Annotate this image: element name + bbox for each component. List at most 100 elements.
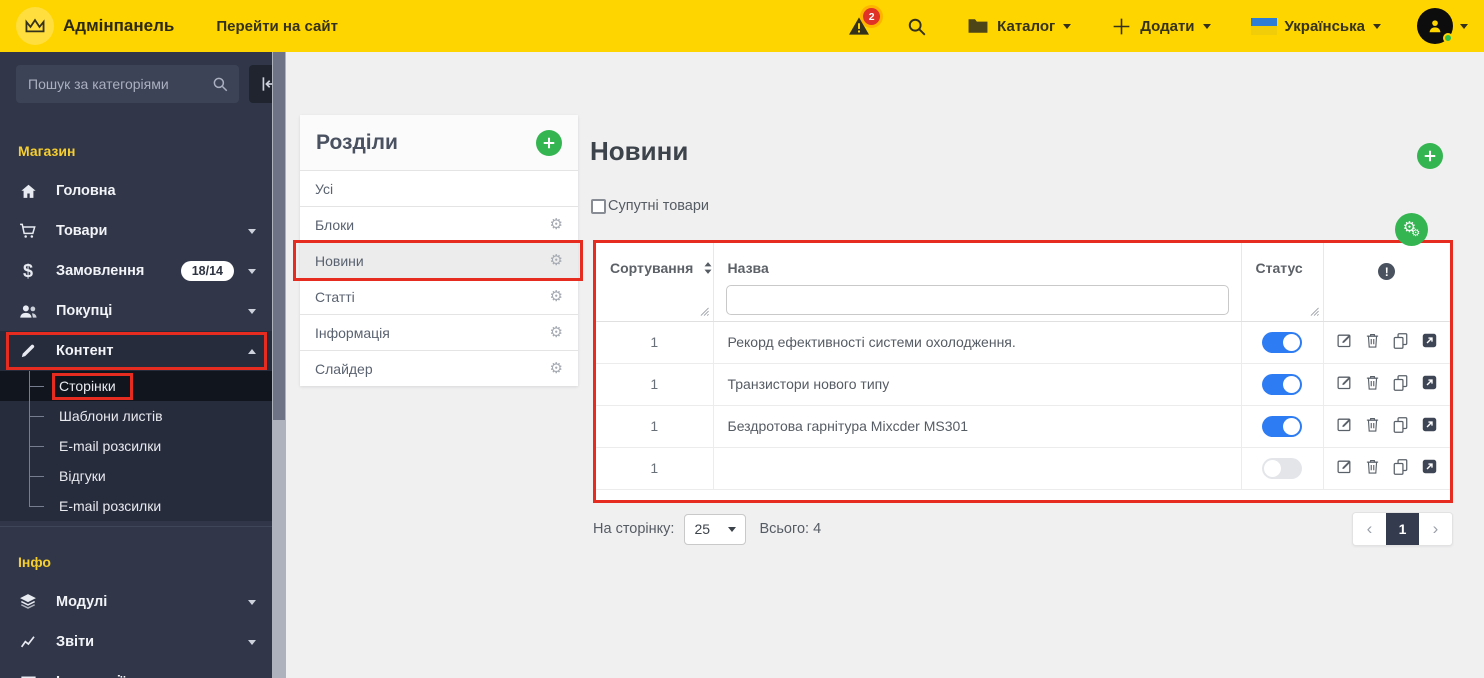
status-toggle[interactable] [1262, 373, 1302, 395]
language-menu[interactable]: Українська [1250, 17, 1381, 35]
search-button[interactable] [906, 16, 927, 37]
user-menu[interactable] [1417, 8, 1468, 44]
per-page-select[interactable]: 25 [684, 513, 747, 545]
trash-icon [1365, 416, 1380, 436]
divider [0, 526, 272, 527]
status-toggle[interactable] [1262, 457, 1302, 479]
section-item-information[interactable]: Інформація ⚙ [300, 314, 578, 350]
gear-icon[interactable]: ⚙ [550, 361, 563, 376]
prev-page-button[interactable]: ‹ [1353, 513, 1386, 545]
per-page-label: На сторінку: [593, 521, 675, 537]
gear-icon[interactable]: ⚙ [550, 217, 563, 232]
notifications-button[interactable]: 2 [848, 8, 881, 36]
sidebar-subitem-label: Шаблони листів [59, 408, 163, 424]
sidebar-item-label: Контент [56, 343, 114, 359]
sidebar-item-email-newsletters[interactable]: E-mail розсилки [0, 431, 272, 461]
section-item-blocks[interactable]: Блоки ⚙ [300, 206, 578, 242]
copy-button[interactable] [1392, 374, 1409, 395]
open-button[interactable] [1421, 416, 1438, 436]
gears-icon: ⚙ ⚙ [1402, 218, 1421, 239]
goto-site-link[interactable]: Перейти на сайт [216, 18, 338, 35]
sidebar: Магазин Головна Товари $ Замовлення 18/14 Пок… [0, 52, 272, 678]
column-resize-handle[interactable] [700, 307, 709, 316]
trash-icon [1365, 332, 1380, 352]
news-table: Сортування Назва Статус ! 1 Рекорд ефект… [596, 243, 1450, 490]
section-item-articles[interactable]: Статті ⚙ [300, 278, 578, 314]
cart-icon [16, 221, 40, 241]
sort-toggle[interactable] [703, 261, 713, 275]
sidebar-section-shop: Магазин [18, 143, 76, 159]
users-icon [16, 302, 40, 320]
logo-button[interactable] [16, 7, 54, 45]
edit-button[interactable] [1336, 332, 1353, 352]
sidebar-scrollbar[interactable] [272, 52, 286, 678]
sidebar-item-products[interactable]: Товари [0, 211, 272, 251]
delete-button[interactable] [1365, 332, 1380, 352]
gear-icon[interactable]: ⚙ [550, 289, 563, 304]
copy-icon [1392, 416, 1409, 437]
sidebar-item-email-newsletters-2[interactable]: E-mail розсилки [0, 491, 272, 521]
column-header-name: Назва [713, 243, 1242, 322]
sidebar-item-orders[interactable]: $ Замовлення 18/14 [0, 251, 272, 291]
add-news-button[interactable] [1417, 143, 1443, 169]
status-toggle[interactable] [1262, 331, 1302, 353]
section-item-news[interactable]: Новини ⚙ [293, 240, 583, 281]
edit-button[interactable] [1336, 374, 1353, 394]
ukraine-flag-icon [1250, 17, 1277, 35]
edit-button[interactable] [1336, 458, 1353, 478]
section-item-label: Блоки [315, 216, 355, 233]
copy-button[interactable] [1392, 416, 1409, 437]
edit-icon [1336, 458, 1353, 478]
category-search-input[interactable] [26, 75, 211, 93]
add-menu[interactable]: Додати [1111, 16, 1211, 37]
section-item-all[interactable]: Усі [300, 170, 578, 206]
section-item-slider[interactable]: Слайдер ⚙ [300, 350, 578, 386]
sidebar-item-instructions[interactable]: Інструкції [0, 662, 272, 678]
row-name [713, 446, 1242, 490]
edit-button[interactable] [1336, 416, 1353, 436]
collapse-sidebar-button[interactable] [249, 65, 272, 103]
chevron-down-icon [728, 526, 737, 532]
open-button[interactable] [1421, 332, 1438, 352]
sidebar-item-pages[interactable]: Сторінки [0, 371, 272, 401]
sidebar-item-reports[interactable]: Звіти [0, 622, 272, 662]
chevron-down-icon [1460, 23, 1468, 29]
scrollbar-thumb[interactable] [273, 52, 285, 420]
gear-icon[interactable]: ⚙ [550, 253, 563, 268]
gear-icon[interactable]: ⚙ [550, 325, 563, 340]
crown-icon [24, 17, 46, 35]
sidebar-item-modules[interactable]: Модулі [0, 582, 272, 622]
edit-icon [1336, 332, 1353, 352]
add-section-button[interactable] [536, 129, 562, 156]
sidebar-item-mail-templates[interactable]: Шаблони листів [0, 401, 272, 431]
info-icon[interactable]: ! [1378, 263, 1396, 280]
delete-button[interactable] [1365, 374, 1380, 394]
related-products-option[interactable]: Супутні товари [591, 198, 709, 214]
sidebar-item-home[interactable]: Головна [0, 171, 272, 211]
sidebar-group-content: Контент Сторінки Шаблони листів E-mail розс… [0, 331, 272, 521]
sidebar-item-reviews[interactable]: Відгуки [0, 461, 272, 491]
catalog-menu[interactable]: Каталог [967, 17, 1072, 35]
table-row: 1 Рекорд ефективності системи охолодження… [596, 320, 1450, 364]
column-resize-handle[interactable] [1310, 307, 1319, 316]
row-name: Бездротова гарнітура Mixcder MS301 [713, 404, 1242, 448]
copy-button[interactable] [1392, 332, 1409, 353]
sidebar-subitem-label: Сторінки [52, 372, 133, 400]
current-page[interactable]: 1 [1386, 513, 1419, 545]
open-button[interactable] [1421, 458, 1438, 478]
sidebar-item-customers[interactable]: Покупці [0, 291, 272, 331]
app-title: Адмінпанель [63, 16, 175, 35]
sidebar-item-label: Товари [56, 223, 108, 239]
copy-button[interactable] [1392, 458, 1409, 479]
search-icon [211, 75, 229, 93]
delete-button[interactable] [1365, 458, 1380, 478]
related-products-checkbox[interactable] [591, 198, 606, 214]
sidebar-item-content[interactable]: Контент [0, 331, 272, 371]
status-toggle[interactable] [1262, 415, 1302, 437]
name-filter-input[interactable] [725, 285, 1229, 315]
open-button[interactable] [1421, 374, 1438, 394]
cache-refresh-button[interactable]: ⚙ ⚙ [1395, 213, 1428, 246]
delete-button[interactable] [1365, 416, 1380, 436]
chevron-down-icon [248, 639, 256, 645]
next-page-button[interactable]: › [1419, 513, 1452, 545]
